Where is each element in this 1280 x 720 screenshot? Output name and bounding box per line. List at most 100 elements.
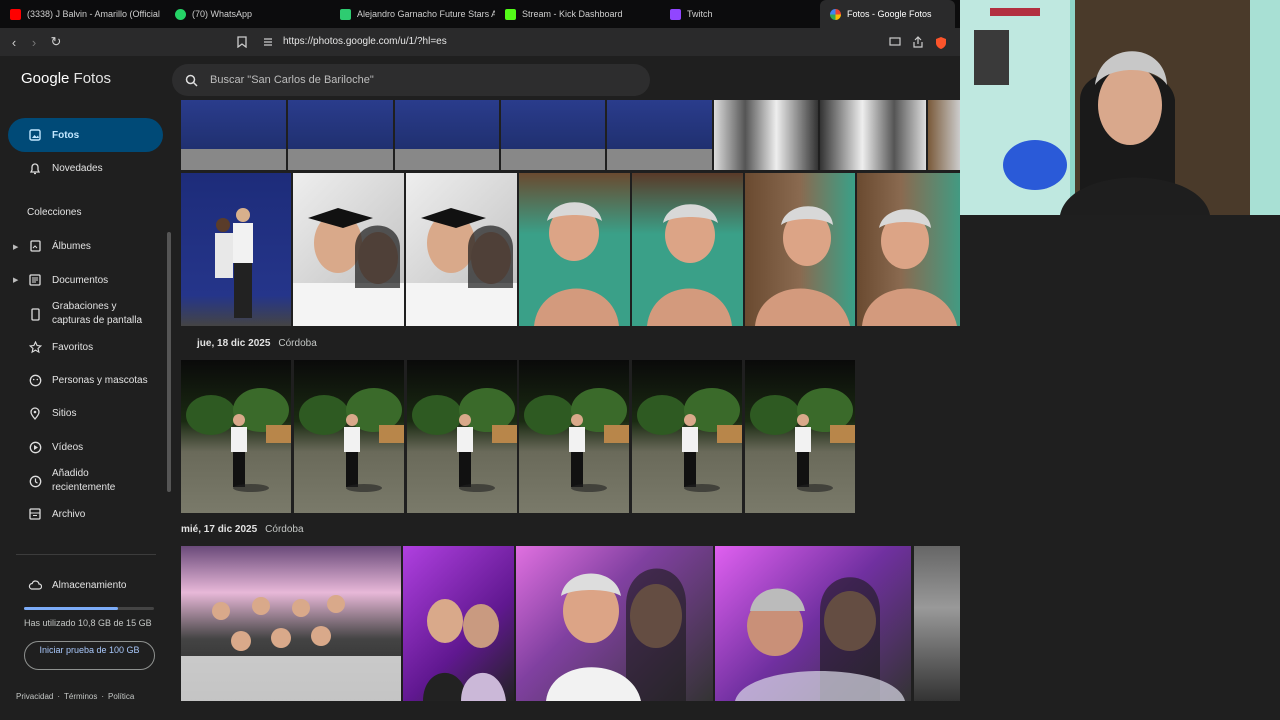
sidebar-item-label: Almacenamiento: [52, 579, 127, 591]
cast-icon[interactable]: [885, 32, 905, 52]
photo-thumbnail[interactable]: [395, 100, 499, 170]
photo-thumbnail[interactable]: [294, 360, 404, 513]
group-date: mié, 17 dic 2025: [181, 524, 258, 535]
back-icon[interactable]: ‹: [4, 32, 24, 52]
sidebar-scrollbar[interactable]: [167, 232, 171, 492]
footer-links: Privacidad · Términos · Política: [16, 692, 134, 701]
photo-thumbnail[interactable]: [928, 100, 960, 170]
policy-link[interactable]: Política: [108, 692, 134, 701]
webcam-overlay: [960, 0, 1280, 215]
photo-thumbnail[interactable]: [745, 360, 855, 513]
photo-thumbnail[interactable]: [407, 360, 517, 513]
group-date: jue, 18 dic 2025: [197, 338, 271, 349]
photo-thumbnail[interactable]: [288, 100, 393, 170]
sidebar-item-label: Documentos: [52, 274, 109, 286]
sidebar-item-grabaciones[interactable]: Grabaciones y capturas de pantalla: [8, 296, 163, 332]
search-placeholder: Buscar "San Carlos de Bariloche": [210, 74, 374, 86]
photo-thumbnail[interactable]: [181, 100, 286, 170]
tab-kick[interactable]: Stream - Kick Dashboard: [495, 0, 660, 28]
sidebar-item-label: Álbumes: [52, 240, 91, 252]
date-group-header: jue, 18 dic 2025 Córdoba: [197, 338, 317, 349]
photo-thumbnail[interactable]: [820, 100, 926, 170]
photo-thumbnail[interactable]: [293, 173, 404, 326]
sidebar-item-personas[interactable]: Personas y mascotas: [8, 363, 163, 397]
date-group-header: mié, 17 dic 2025 Córdoba: [181, 524, 304, 535]
photo-thumbnail[interactable]: [715, 546, 911, 701]
brave-shield-icon[interactable]: [931, 32, 951, 52]
photo-thumbnail[interactable]: [632, 360, 742, 513]
separator: ·: [57, 692, 61, 701]
photo-thumbnail[interactable]: [857, 173, 960, 326]
search-bar[interactable]: Buscar "San Carlos de Bariloche": [172, 64, 650, 96]
photo-thumbnail[interactable]: [519, 360, 629, 513]
forward-icon[interactable]: ›: [24, 32, 44, 52]
bell-icon: [28, 161, 42, 175]
privacy-link[interactable]: Privacidad: [16, 692, 53, 701]
archive-icon: [28, 507, 42, 521]
tab-google-photos[interactable]: Fotos - Google Fotos: [820, 0, 955, 28]
tab-garnacho[interactable]: Alejandro Garnacho Future Stars Aca: [330, 0, 495, 28]
tab-youtube[interactable]: (3338) J Balvin - Amarillo (Official: [0, 0, 165, 28]
photo-grid: jue, 18 dic 2025 Córdoba mié, 17 dic 202…: [172, 100, 960, 720]
start-trial-button[interactable]: Iniciar prueba de 100 GB: [24, 641, 155, 670]
star-icon: [28, 340, 42, 354]
photo-thumbnail[interactable]: [403, 546, 514, 701]
group-location[interactable]: Córdoba: [278, 338, 316, 349]
whatsapp-icon: [175, 8, 186, 20]
sidebar-item-favoritos[interactable]: Favoritos: [8, 330, 163, 364]
storage-progress-fill: [24, 607, 118, 610]
sidebar-item-novedades[interactable]: Novedades: [8, 151, 163, 185]
group-location[interactable]: Córdoba: [265, 524, 303, 535]
cloud-icon: [28, 578, 42, 592]
photo-thumbnail[interactable]: [914, 546, 960, 701]
tab-twitch[interactable]: Twitch: [660, 0, 820, 28]
sidebar-item-label: Fotos: [52, 129, 80, 141]
sidebar-item-label: Personas y mascotas: [52, 374, 148, 386]
storage-progress-bar: [24, 607, 154, 610]
photo-thumbnail[interactable]: [714, 100, 818, 170]
reload-icon[interactable]: ↻: [46, 32, 66, 52]
address-bar-url[interactable]: https://photos.google.com/u/1/?hl=es: [283, 36, 447, 47]
tab-label: Alejandro Garnacho Future Stars Aca: [357, 9, 495, 19]
browser-toolbar: ‹ › ↻: [0, 28, 960, 56]
tab-label: Fotos - Google Fotos: [847, 9, 932, 19]
photo-thumbnail[interactable]: [516, 546, 713, 701]
photo-thumbnail[interactable]: [181, 360, 291, 513]
site-settings-icon[interactable]: [258, 32, 278, 52]
sidebar-item-fotos[interactable]: Fotos: [8, 118, 163, 152]
sidebar-item-sitios[interactable]: Sitios: [8, 396, 163, 430]
photo-icon: [28, 128, 42, 142]
phone-screenshot-icon: [28, 307, 42, 321]
sidebar-item-label: Sitios: [52, 407, 77, 419]
sidebar-item-archivo[interactable]: Archivo: [8, 497, 163, 531]
photo-thumbnail[interactable]: [406, 173, 517, 326]
kick-icon: [505, 8, 516, 20]
sidebar-item-almacenamiento[interactable]: Almacenamiento: [8, 568, 163, 602]
photo-thumbnail[interactable]: [501, 100, 605, 170]
sidebar-item-videos[interactable]: Vídeos: [8, 430, 163, 464]
clock-icon: [28, 474, 42, 488]
google-photos-icon: [830, 8, 841, 20]
sidebar-item-albumes[interactable]: Álbumes: [8, 229, 163, 263]
sidebar-item-label: Vídeos: [52, 441, 84, 453]
tab-label: (3338) J Balvin - Amarillo (Official: [27, 9, 160, 19]
photo-thumbnail[interactable]: [607, 100, 712, 170]
doc-icon: [340, 8, 351, 20]
terms-link[interactable]: Términos: [64, 692, 97, 701]
photo-thumbnail[interactable]: [745, 173, 855, 326]
sidebar-item-label: Favoritos: [52, 341, 94, 353]
share-icon[interactable]: [908, 32, 928, 52]
sidebar-item-label: Añadido recientemente: [52, 468, 116, 493]
album-icon: [28, 239, 42, 253]
photo-thumbnail[interactable]: [181, 546, 401, 701]
tab-whatsapp[interactable]: (70) WhatsApp: [165, 0, 330, 28]
tab-label: Stream - Kick Dashboard: [522, 9, 623, 19]
photo-thumbnail[interactable]: [632, 173, 743, 326]
sidebar-item-documentos[interactable]: Documentos: [8, 263, 163, 297]
photo-thumbnail[interactable]: [519, 173, 630, 326]
sidebar-item-recientes[interactable]: Añadido recientemente: [8, 463, 163, 499]
empty-area: [960, 215, 1280, 720]
photo-thumbnail[interactable]: [181, 173, 291, 326]
bookmark-icon[interactable]: [232, 32, 252, 52]
play-circle-icon: [28, 440, 42, 454]
